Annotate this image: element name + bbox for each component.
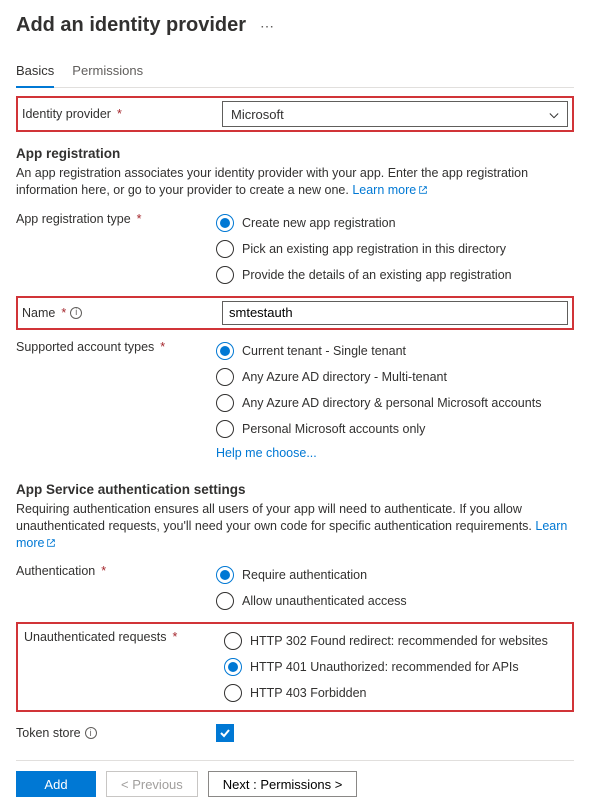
unauthenticated-requests-label: Unauthenticated requests* [24, 630, 224, 644]
token-store-label: Token store i [16, 726, 216, 740]
app-registration-desc: An app registration associates your iden… [16, 165, 574, 200]
auth-settings-heading: App Service authentication settings [16, 482, 574, 497]
tab-basics[interactable]: Basics [16, 57, 54, 88]
radio-provide-details[interactable]: Provide the details of an existing app r… [216, 264, 574, 286]
radio-icon [224, 632, 242, 650]
tabs: Basics Permissions [16, 57, 574, 88]
radio-multi-tenant[interactable]: Any Azure AD directory - Multi-tenant [216, 366, 574, 388]
radio-icon [216, 592, 234, 610]
token-store-checkbox[interactable] [216, 724, 234, 742]
radio-icon [216, 266, 234, 284]
radio-icon [216, 342, 234, 360]
radio-icon [216, 394, 234, 412]
app-registration-learn-more-link[interactable]: Learn more [352, 183, 428, 197]
name-highlight: Name* i [16, 296, 574, 330]
radio-allow-unauth[interactable]: Allow unauthenticated access [216, 590, 574, 612]
radio-multi-personal[interactable]: Any Azure AD directory & personal Micros… [216, 392, 574, 414]
radio-single-tenant[interactable]: Current tenant - Single tenant [216, 340, 574, 362]
add-button[interactable]: Add [16, 771, 96, 797]
radio-http-403[interactable]: HTTP 403 Forbidden [224, 682, 566, 704]
previous-button[interactable]: < Previous [106, 771, 198, 797]
footer-separator [16, 760, 574, 761]
info-icon[interactable]: i [85, 727, 97, 739]
chevron-down-icon [549, 109, 559, 119]
radio-personal-only[interactable]: Personal Microsoft accounts only [216, 418, 574, 440]
unauthenticated-requests-highlight: Unauthenticated requests* HTTP 302 Found… [16, 622, 574, 712]
page-title: Add an identity provider [16, 14, 246, 37]
footer-buttons: Add < Previous Next : Permissions > [16, 771, 574, 797]
radio-icon [224, 684, 242, 702]
identity-provider-dropdown[interactable]: Microsoft [222, 101, 568, 127]
name-label: Name* i [22, 306, 222, 320]
supported-account-types-label: Supported account types* [16, 340, 216, 354]
name-input[interactable] [222, 301, 568, 325]
radio-http-302[interactable]: HTTP 302 Found redirect: recommended for… [224, 630, 566, 652]
radio-icon [216, 368, 234, 386]
radio-pick-existing[interactable]: Pick an existing app registration in thi… [216, 238, 574, 260]
radio-http-401[interactable]: HTTP 401 Unauthorized: recommended for A… [224, 656, 566, 678]
identity-provider-label: Identity provider* [22, 107, 222, 121]
radio-create-new[interactable]: Create new app registration [216, 212, 574, 234]
app-registration-type-label: App registration type* [16, 212, 216, 226]
help-me-choose-link[interactable]: Help me choose... [216, 446, 317, 460]
radio-icon [216, 214, 234, 232]
radio-icon [224, 658, 242, 676]
authentication-label: Authentication* [16, 564, 216, 578]
info-icon[interactable]: i [70, 307, 82, 319]
external-link-icon [46, 536, 56, 553]
app-registration-heading: App registration [16, 146, 574, 161]
more-actions-button[interactable]: ⋯ [256, 15, 278, 37]
radio-icon [216, 566, 234, 584]
radio-icon [216, 240, 234, 258]
next-permissions-button[interactable]: Next : Permissions > [208, 771, 358, 797]
identity-provider-highlight: Identity provider* Microsoft [16, 96, 574, 132]
tab-permissions[interactable]: Permissions [72, 57, 143, 87]
auth-settings-desc: Requiring authentication ensures all use… [16, 501, 574, 553]
radio-icon [216, 420, 234, 438]
radio-require-auth[interactable]: Require authentication [216, 564, 574, 586]
identity-provider-value: Microsoft [231, 107, 284, 122]
external-link-icon [418, 183, 428, 200]
check-icon [219, 727, 231, 739]
